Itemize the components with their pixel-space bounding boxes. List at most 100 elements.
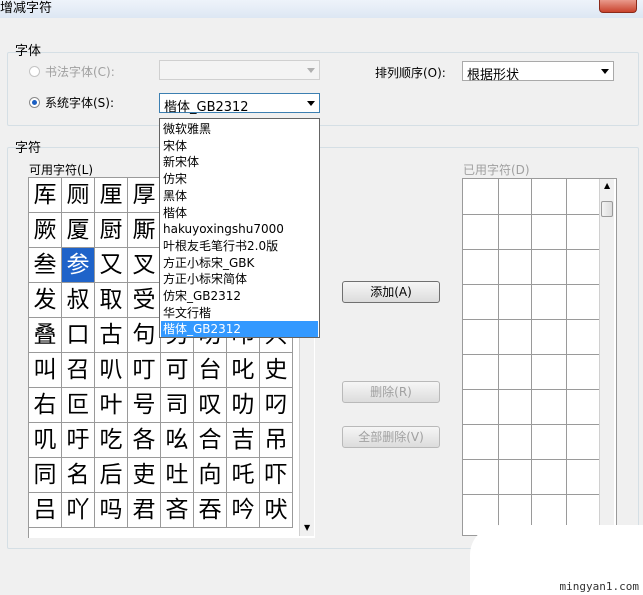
delete-button[interactable]: 删除(R) xyxy=(342,381,440,403)
scrollbar-thumb[interactable] xyxy=(601,201,613,217)
char-cell[interactable]: 吐 xyxy=(161,458,194,493)
char-cell[interactable]: 叠 xyxy=(29,318,62,353)
char-cell[interactable]: 吠 xyxy=(260,493,293,528)
char-cell[interactable]: 叽 xyxy=(29,423,62,458)
close-button[interactable] xyxy=(599,0,637,13)
available-chars-label: 可用字符(L) xyxy=(29,163,94,177)
font-option[interactable]: 方正小标宋简体 xyxy=(161,271,318,287)
char-group-label: 字符 xyxy=(15,141,42,156)
char-cell[interactable]: 召 xyxy=(62,353,95,388)
add-button[interactable]: 添加(A) xyxy=(342,281,440,303)
calligraphy-font-radio[interactable] xyxy=(29,66,40,77)
char-cell[interactable]: 口 xyxy=(62,318,95,353)
font-option[interactable]: 微软雅黑 xyxy=(161,121,318,137)
char-cell[interactable]: 吗 xyxy=(95,493,128,528)
char-cell[interactable]: 厕 xyxy=(62,178,95,213)
char-cell[interactable]: 吝 xyxy=(161,493,194,528)
char-cell[interactable]: 叱 xyxy=(227,353,260,388)
char-cell[interactable]: 叫 xyxy=(29,353,62,388)
char-cell[interactable]: 吉 xyxy=(227,423,260,458)
char-cell[interactable]: 吃 xyxy=(95,423,128,458)
char-cell[interactable]: 叻 xyxy=(227,388,260,423)
char-cell[interactable]: 叮 xyxy=(128,353,161,388)
char-cell[interactable]: 名 xyxy=(62,458,95,493)
calligraphy-font-combo[interactable] xyxy=(159,60,320,80)
char-cell[interactable]: 叵 xyxy=(62,388,95,423)
char-cell[interactable]: 叼 xyxy=(260,388,293,423)
char-cell[interactable]: 同 xyxy=(29,458,62,493)
font-option[interactable]: 新宋体 xyxy=(161,154,318,170)
system-font-combo[interactable]: 楷体_GB2312 xyxy=(159,93,320,115)
system-font-dropdown-list[interactable]: 微软雅黑 宋体 新宋体 仿宋 黑体 楷体 hakuyoxingshu7000 叶根友毛笔行书2… xyxy=(159,118,320,338)
font-option[interactable]: 楷体_GB2312 xyxy=(161,321,318,338)
char-cell[interactable]: 古 xyxy=(95,318,128,353)
char-cell[interactable]: 叉 xyxy=(128,248,161,283)
char-cell[interactable]: 吓 xyxy=(260,458,293,493)
char-cell[interactable]: 可 xyxy=(161,353,194,388)
char-cell[interactable]: 叶 xyxy=(95,388,128,423)
char-cell[interactable]: 取 xyxy=(95,283,128,318)
char-cell[interactable]: 吏 xyxy=(128,458,161,493)
char-cell[interactable]: 厍 xyxy=(29,178,62,213)
sort-order-value: 根据形状 xyxy=(467,68,520,83)
char-cell[interactable]: 叭 xyxy=(95,353,128,388)
char-cell[interactable]: 向 xyxy=(194,458,227,493)
font-option[interactable]: hakuyoxingshu7000 xyxy=(161,221,318,237)
char-cell[interactable]: 吊 xyxy=(260,423,293,458)
char-cell[interactable]: 各 xyxy=(128,423,161,458)
char-cell[interactable]: 号 xyxy=(128,388,161,423)
window-title: 增减字符 xyxy=(0,1,53,16)
used-chars-label: 已用字符(D) xyxy=(463,163,530,177)
watermark-text: mingyan1.com xyxy=(559,580,639,593)
char-cell[interactable]: 参 xyxy=(62,248,95,283)
font-option[interactable]: 黑体 xyxy=(161,188,318,204)
scroll-up-arrow-icon[interactable]: ▲ xyxy=(604,182,610,190)
char-cell[interactable]: 厘 xyxy=(95,178,128,213)
dialog-window: 增减字符 字体 书法字体(C): 系统字体(S): 楷体_GB2312 排列顺序… xyxy=(0,0,643,595)
used-chars-panel xyxy=(462,178,617,536)
font-option[interactable]: 叶根友毛笔行书2.0版 xyxy=(161,238,318,254)
system-font-radio[interactable] xyxy=(29,97,40,108)
char-cell[interactable]: 吟 xyxy=(227,493,260,528)
char-cell[interactable]: 又 xyxy=(95,248,128,283)
chevron-down-icon xyxy=(307,68,315,73)
font-option[interactable]: 楷体 xyxy=(161,205,318,221)
char-cell[interactable]: 叔 xyxy=(62,283,95,318)
char-cell[interactable]: 史 xyxy=(260,353,293,388)
sort-order-label: 排列顺序(O): xyxy=(375,66,446,80)
char-cell[interactable]: 吕 xyxy=(29,493,62,528)
char-cell[interactable]: 吖 xyxy=(62,493,95,528)
char-cell[interactable]: 后 xyxy=(95,458,128,493)
char-cell[interactable]: 厚 xyxy=(128,178,161,213)
char-cell[interactable]: 吆 xyxy=(161,423,194,458)
delete-all-button[interactable]: 全部删除(V) xyxy=(342,426,440,448)
char-cell[interactable]: 台 xyxy=(194,353,227,388)
font-option[interactable]: 方正小标宋_GBK xyxy=(161,255,318,271)
font-option[interactable]: 华文行楷 xyxy=(161,305,318,321)
char-cell[interactable]: 司 xyxy=(161,388,194,423)
char-cell[interactable]: 吒 xyxy=(227,458,260,493)
char-cell[interactable]: 受 xyxy=(128,283,161,318)
chevron-down-icon xyxy=(307,101,315,106)
font-option[interactable]: 宋体 xyxy=(161,138,318,154)
title-bar: 增减字符 xyxy=(0,0,643,18)
char-cell[interactable]: 发 xyxy=(29,283,62,318)
char-cell[interactable]: 君 xyxy=(128,493,161,528)
font-option[interactable]: 仿宋 xyxy=(161,171,318,187)
char-cell[interactable]: 厦 xyxy=(62,213,95,248)
char-cell[interactable]: 右 xyxy=(29,388,62,423)
char-cell[interactable]: 叁 xyxy=(29,248,62,283)
char-cell[interactable]: 厨 xyxy=(95,213,128,248)
char-cell[interactable]: 合 xyxy=(194,423,227,458)
char-cell[interactable]: 厮 xyxy=(128,213,161,248)
char-cell[interactable]: 厥 xyxy=(29,213,62,248)
used-chars-scrollbar[interactable]: ▲ xyxy=(599,179,614,535)
char-cell[interactable]: 叹 xyxy=(194,388,227,423)
char-cell[interactable]: 吁 xyxy=(62,423,95,458)
char-cell[interactable]: 吞 xyxy=(194,493,227,528)
calligraphy-font-label: 书法字体(C): xyxy=(45,65,115,79)
font-option[interactable]: 仿宋_GB2312 xyxy=(161,288,318,304)
char-cell[interactable]: 句 xyxy=(128,318,161,353)
sort-order-combo[interactable]: 根据形状 xyxy=(462,61,614,83)
scroll-down-arrow-icon[interactable]: ▼ xyxy=(304,524,310,532)
